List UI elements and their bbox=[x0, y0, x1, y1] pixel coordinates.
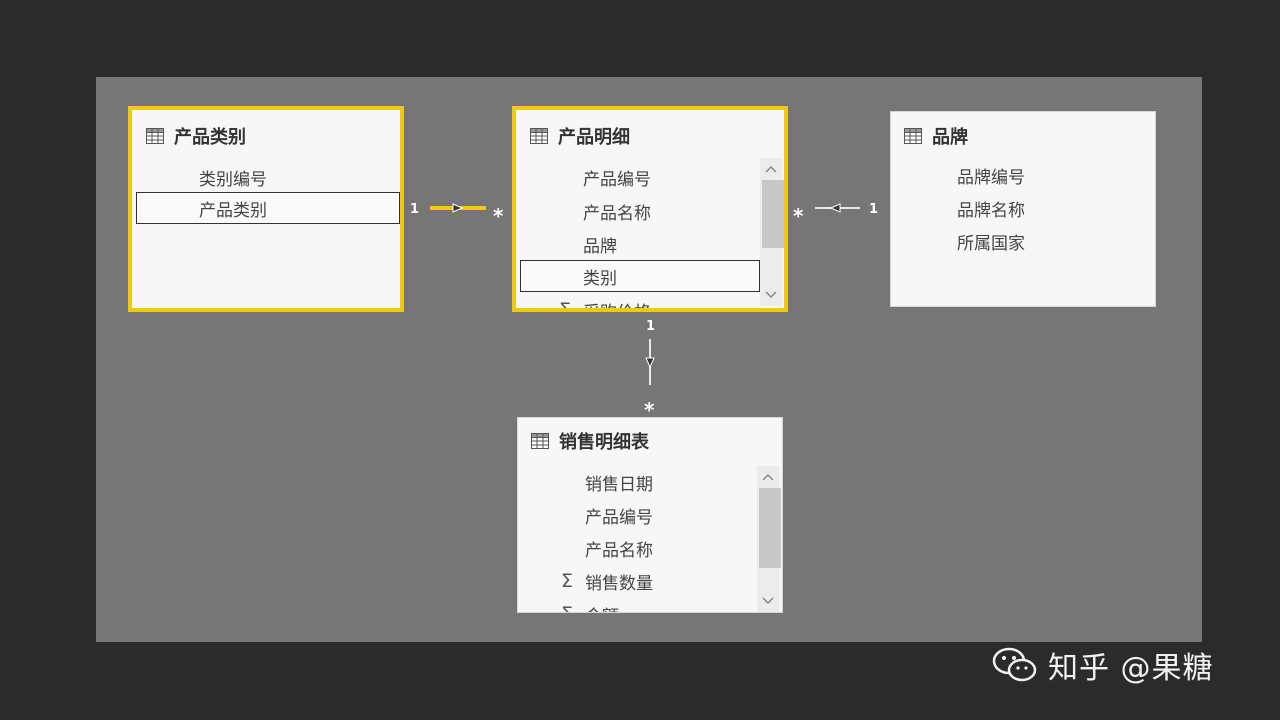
field-item[interactable]: 产品编号 bbox=[522, 499, 758, 531]
wechat-icon bbox=[992, 647, 1037, 682]
sigma-icon: Σ bbox=[561, 570, 574, 592]
many-side-label: * bbox=[793, 204, 804, 228]
one-side-label: 1 bbox=[646, 319, 655, 334]
field-item[interactable]: 类别编号 bbox=[136, 161, 398, 193]
relationship-category-detail[interactable]: 1 * bbox=[410, 202, 504, 228]
scrollbar-thumb[interactable] bbox=[759, 488, 781, 568]
field-item[interactable]: 产品编号 bbox=[520, 161, 760, 193]
one-side-label: 1 bbox=[410, 202, 419, 217]
table-grid-icon bbox=[904, 128, 922, 144]
table-grid-icon bbox=[146, 128, 164, 144]
many-side-label: * bbox=[493, 204, 504, 228]
filter-direction-icon bbox=[829, 203, 841, 213]
table-header[interactable]: 品牌 bbox=[904, 124, 968, 148]
watermark-text: 知乎 @果糖 bbox=[1048, 651, 1214, 686]
field-item-selected[interactable]: 产品类别 bbox=[136, 192, 400, 224]
sigma-icon: Σ bbox=[561, 603, 573, 612]
field-item-measure[interactable]: Σ 采购价格 bbox=[520, 294, 760, 312]
chevron-up-icon[interactable] bbox=[757, 468, 779, 486]
field-item[interactable]: 品牌 bbox=[520, 228, 760, 260]
field-item[interactable]: 品牌编号 bbox=[894, 159, 1144, 191]
sigma-icon: Σ bbox=[559, 299, 572, 312]
table-title: 产品明细 bbox=[558, 127, 630, 148]
chevron-down-icon[interactable] bbox=[757, 592, 779, 610]
table-header[interactable]: 销售明细表 bbox=[531, 429, 649, 453]
table-grid-icon bbox=[531, 433, 549, 449]
one-side-label: 1 bbox=[869, 202, 878, 217]
table-header[interactable]: 产品明细 bbox=[530, 124, 630, 148]
table-title: 销售明细表 bbox=[559, 432, 649, 453]
scrollbar[interactable] bbox=[757, 466, 781, 612]
field-item[interactable]: 品牌名称 bbox=[894, 192, 1144, 224]
chevron-up-icon[interactable] bbox=[760, 160, 782, 178]
table-card-brand[interactable]: 品牌 品牌编号 品牌名称 所属国家 bbox=[890, 111, 1156, 307]
field-item[interactable]: 所属国家 bbox=[894, 225, 1144, 257]
field-item[interactable]: 产品名称 bbox=[522, 532, 758, 564]
table-grid-icon bbox=[530, 128, 548, 144]
watermark: 知乎 @果糖 bbox=[992, 640, 1214, 690]
table-header[interactable]: 产品类别 bbox=[146, 124, 246, 148]
filter-direction-icon bbox=[645, 357, 655, 369]
field-item-selected[interactable]: 类别 bbox=[520, 260, 760, 292]
relationship-brand-detail[interactable]: * 1 bbox=[793, 202, 878, 228]
table-title: 产品类别 bbox=[174, 127, 246, 148]
filter-direction-icon bbox=[452, 203, 464, 213]
table-card-sales[interactable]: 销售明细表 销售日期 产品编号 产品名称 Σ 销售数量 Σ 金额 bbox=[517, 417, 783, 613]
field-item-measure[interactable]: Σ 销售数量 bbox=[522, 565, 758, 597]
table-card-detail[interactable]: 产品明细 产品编号 产品名称 品牌 类别 Σ 采购价格 bbox=[512, 106, 788, 312]
field-item[interactable]: 销售日期 bbox=[522, 466, 758, 498]
table-card-category[interactable]: 产品类别 类别编号 产品类别 bbox=[128, 106, 404, 312]
model-canvas[interactable]: 1 * * 1 1 * 产品类别 类别编号 产品类别 产品明细 产品编号 产品名… bbox=[96, 77, 1202, 642]
table-title: 品牌 bbox=[932, 127, 968, 148]
scrollbar[interactable] bbox=[760, 158, 784, 306]
field-item[interactable]: 产品名称 bbox=[520, 195, 760, 227]
relationship-detail-sales[interactable]: 1 * bbox=[644, 319, 655, 422]
scrollbar-thumb[interactable] bbox=[762, 180, 784, 248]
field-item-measure[interactable]: Σ 金额 bbox=[522, 598, 758, 612]
chevron-down-icon[interactable] bbox=[760, 286, 782, 304]
